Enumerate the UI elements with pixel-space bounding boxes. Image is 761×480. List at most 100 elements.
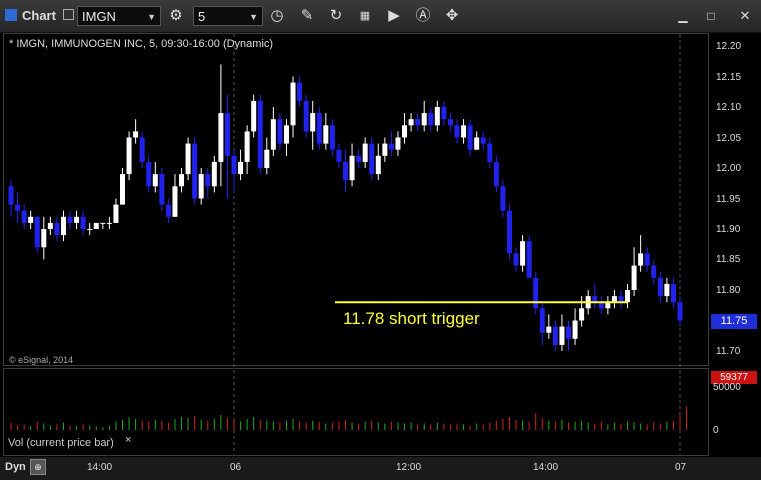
candle-body (382, 143, 388, 156)
candle-body (447, 119, 453, 126)
candle-body (205, 174, 211, 187)
candle-body (218, 113, 224, 162)
candle-body (120, 174, 125, 205)
candle-body (664, 283, 670, 297)
candle-body (441, 107, 447, 120)
price-axis-label: 11.90 (716, 224, 741, 235)
candle-body (520, 241, 526, 266)
candle-body (270, 119, 276, 150)
candle-body (677, 302, 683, 321)
candle-body (513, 253, 519, 266)
candle-body (28, 216, 34, 223)
volume-axis-label: 50000 (713, 382, 741, 393)
price-axis-label: 11.85 (716, 254, 741, 265)
current-price-badge: 11.75 (711, 314, 757, 329)
candle-body (100, 222, 106, 224)
candle-body (316, 113, 322, 144)
candle-body (303, 100, 309, 132)
candle-body (526, 241, 532, 278)
candle-body (572, 320, 578, 339)
candle-body (579, 308, 585, 321)
candle-body (60, 216, 66, 236)
candle-body (47, 222, 53, 229)
candle-body (539, 308, 545, 333)
candle-body (159, 174, 165, 205)
price-chart[interactable] (0, 0, 761, 480)
time-axis-label: 14:00 (87, 462, 113, 473)
candle-body (533, 277, 539, 309)
price-axis-label: 11.70 (716, 346, 741, 357)
candle-body (625, 290, 631, 303)
candle-body (93, 222, 99, 229)
price-axis-label: 12.15 (716, 72, 742, 83)
candle-body (500, 186, 506, 211)
candle-body (277, 119, 283, 144)
copyright: © eSignal, 2014 (9, 355, 74, 365)
candle-body (231, 155, 237, 175)
candle-body (74, 216, 80, 223)
candle-body (493, 161, 499, 187)
candle-body (329, 125, 335, 150)
candle-body (402, 125, 408, 138)
candle-body (546, 326, 552, 333)
candle-body (356, 155, 362, 162)
time-axis-label: 06 (230, 462, 242, 473)
candle-body (395, 137, 401, 150)
candle-body (651, 265, 657, 278)
candle-body (257, 100, 263, 168)
time-axis-label: 07 (675, 462, 687, 473)
candle-body (336, 149, 342, 162)
dynamic-mode-label[interactable]: Dyn (5, 461, 26, 473)
candle-body (467, 125, 473, 150)
price-axis-label: 11.80 (716, 285, 741, 296)
candle-body (15, 204, 21, 211)
candle-body (343, 161, 348, 181)
candle-body (264, 149, 270, 168)
candle-body (559, 326, 565, 345)
candle-body (192, 143, 198, 199)
time-axis-label: 12:00 (396, 462, 422, 473)
candle-body (552, 326, 558, 345)
candle-body (670, 283, 676, 303)
candle-body (106, 222, 112, 224)
candle-body (113, 204, 119, 223)
candle-body (434, 107, 440, 126)
candle-body (362, 143, 368, 162)
candle-body (146, 161, 152, 187)
candle-body (87, 229, 93, 230)
candle-body (375, 155, 381, 175)
candle-body (244, 131, 250, 162)
candle-body (238, 161, 244, 175)
candle-body (251, 100, 257, 132)
zoom-icon[interactable]: ⊕ (30, 459, 46, 475)
candle-body (80, 216, 86, 229)
candle-body (454, 125, 460, 138)
candle-body (179, 174, 185, 187)
candle-body (297, 82, 303, 101)
candle-body (487, 143, 493, 162)
bottom-bar (0, 457, 761, 480)
candle-body (54, 222, 60, 236)
chart-header: * IMGN, IMMUNOGEN INC, 5, 09:30-16:00 (D… (9, 38, 274, 50)
candle-body (198, 174, 204, 199)
volume-axis-label: 0 (713, 425, 719, 436)
candle-body (566, 326, 571, 339)
candle-body (657, 277, 663, 297)
candle-body (152, 174, 158, 187)
candle-body (224, 113, 230, 156)
candle-body (644, 253, 650, 266)
candle-body (310, 113, 316, 132)
candle-body (428, 113, 434, 126)
close-icon[interactable]: × (125, 434, 131, 446)
candle-body (8, 186, 14, 205)
price-axis-label: 12.20 (716, 41, 742, 52)
candle-body (408, 119, 414, 126)
candle-body (139, 137, 145, 162)
candle-body (323, 125, 329, 144)
candle-body (474, 137, 480, 150)
candle-body (349, 155, 355, 181)
candle-body (172, 186, 178, 217)
price-axis-label: 11.95 (716, 194, 741, 205)
candle-body (369, 143, 375, 175)
candle-body (480, 137, 486, 144)
